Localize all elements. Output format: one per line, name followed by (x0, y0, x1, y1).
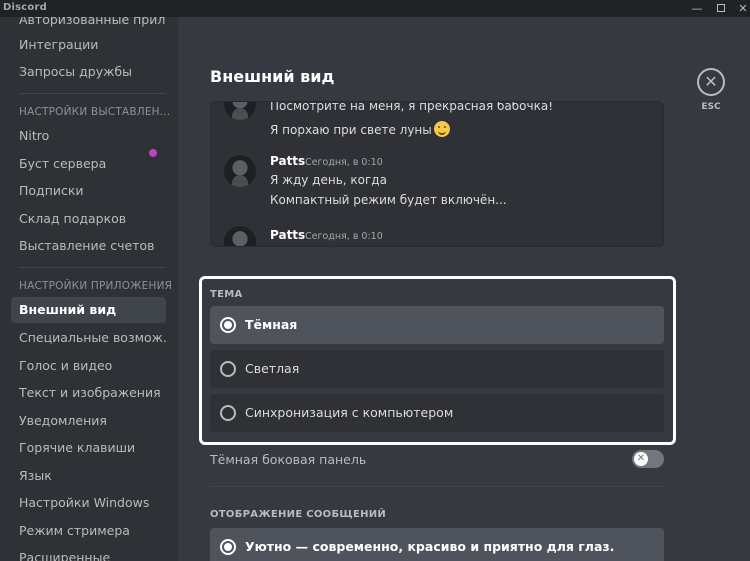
sidebar-item-keybinds[interactable]: Горячие клавиши (11, 435, 166, 461)
radio-unselected-icon (220, 405, 236, 421)
radio-selected-icon (220, 317, 236, 333)
radio-selected-icon (220, 539, 236, 555)
message-timestamp: Сегодня, в 0:10 (305, 157, 383, 168)
sidebar-item-appearance[interactable]: Внешний вид (11, 297, 166, 323)
sidebar-item-server-boost[interactable]: Буст сервера (11, 151, 166, 177)
minimize-button[interactable]: — (688, 1, 706, 16)
title-bar: Discord — ✕ (0, 0, 750, 17)
message-text: Я жду день, когда (270, 173, 387, 187)
display-option-cozy[interactable]: Уютно — современно, красиво и приятно дл… (210, 528, 664, 561)
maximize-icon (717, 4, 725, 12)
theme-option-sync[interactable]: Синхронизация с компьютером (210, 394, 664, 432)
smiling-face-emoji-icon (433, 121, 450, 137)
sidebar-divider (19, 93, 166, 94)
sidebar-item-voice-video[interactable]: Голос и видео (11, 353, 166, 379)
avatar (224, 102, 256, 120)
message-text: Компактный режим будет включён... (270, 193, 507, 207)
message-text: Я порхаю при свете луны (270, 121, 450, 137)
sidebar-item-subscriptions[interactable]: Подписки (11, 178, 166, 204)
settings-sidebar: Авторизованные прил... Интеграции Запрос… (0, 17, 178, 561)
radio-unselected-icon (220, 361, 236, 377)
sidebar-item-authorized-apps[interactable]: Авторизованные прил... (11, 17, 166, 33)
theme-option-dark[interactable]: Тёмная (210, 306, 664, 344)
sidebar-item-text-images[interactable]: Текст и изображения (11, 380, 166, 406)
close-settings-button[interactable]: ✕ (697, 68, 725, 96)
avatar (224, 226, 256, 246)
sidebar-item-billing[interactable]: Выставление счетов (11, 233, 166, 259)
window-close-button[interactable]: ✕ (734, 1, 750, 16)
close-icon: ✕ (704, 72, 718, 91)
sidebar-item-language[interactable]: Язык (11, 463, 166, 489)
theme-section-header: ТЕМА (210, 289, 243, 300)
sidebar-item-windows-settings[interactable]: Настройки Windows (11, 490, 166, 516)
dark-sidebar-label: Тёмная боковая панель (210, 452, 367, 467)
theme-option-label: Тёмная (245, 317, 298, 332)
sidebar-header-app-settings: НАСТРОЙКИ ПРИЛОЖЕНИЯ (19, 280, 173, 292)
sidebar-item-integrations[interactable]: Интеграции (11, 32, 166, 58)
settings-content: Внешний вид ✕ ESC Посмотрите на меня, я … (178, 17, 750, 561)
sidebar-header-billing: НАСТРОЙКИ ВЫСТАВЛЕН... (19, 106, 171, 118)
theme-option-label: Синхронизация с компьютером (245, 405, 454, 420)
message-display-header: ОТОБРАЖЕНИЕ СООБЩЕНИЙ (210, 509, 387, 520)
sidebar-item-notifications[interactable]: Уведомления (11, 408, 166, 434)
message-preview: Посмотрите на меня, я прекрасная бабочка… (210, 101, 664, 247)
dark-sidebar-toggle[interactable]: ✕ (632, 450, 664, 468)
sidebar-item-accessibility[interactable]: Специальные возмож... (11, 325, 166, 351)
avatar (224, 155, 256, 187)
sidebar-item-streamer-mode[interactable]: Режим стримера (11, 518, 166, 544)
theme-option-label: Светлая (245, 361, 300, 376)
app-title: Discord (3, 2, 47, 13)
display-option-label: Уютно — современно, красиво и приятно дл… (245, 539, 615, 554)
esc-label: ESC (701, 102, 721, 112)
sidebar-item-gift-inventory[interactable]: Склад подарков (11, 206, 166, 232)
message-timestamp: Сегодня, в 0:10 (305, 231, 383, 242)
theme-option-light[interactable]: Светлая (210, 350, 664, 388)
sidebar-item-nitro[interactable]: Nitro (11, 123, 166, 149)
message-text-content: Я порхаю при свете луны (270, 123, 432, 137)
page-title: Внешний вид (210, 67, 335, 86)
message-text: Посмотрите на меня, я прекрасная бабочка… (270, 101, 554, 113)
toggle-off-icon: ✕ (634, 452, 648, 466)
maximize-button[interactable] (712, 1, 730, 16)
message-author: Patts (270, 154, 306, 168)
sidebar-item-friend-requests[interactable]: Запросы дружбы (11, 59, 166, 85)
sidebar-divider (19, 267, 166, 268)
message-author: Patts (270, 228, 306, 242)
sidebar-item-advanced[interactable]: Расширенные (11, 545, 166, 561)
section-divider (210, 486, 664, 487)
